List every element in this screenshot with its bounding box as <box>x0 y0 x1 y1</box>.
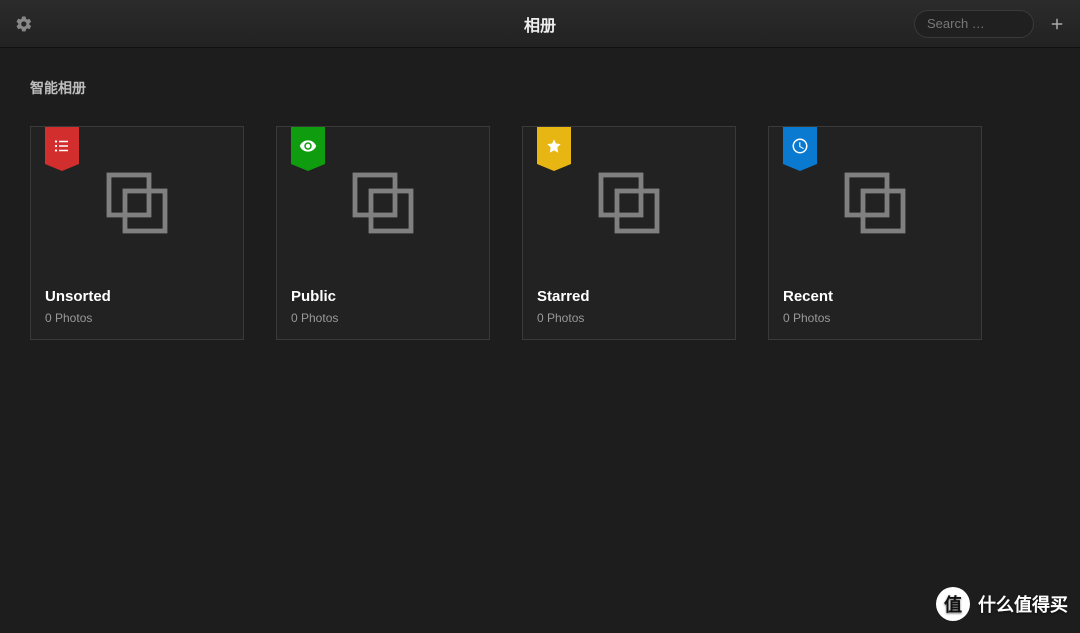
album-badge <box>537 127 571 164</box>
album-count: 0 Photos <box>291 311 475 325</box>
album-badge <box>45 127 79 164</box>
page-title: 相册 <box>524 12 556 36</box>
clock-icon <box>791 137 809 155</box>
watermark: 值 什么值得买 <box>936 587 1068 621</box>
album-badge <box>783 127 817 164</box>
photos-icon <box>97 163 177 243</box>
album-recent[interactable]: Recent 0 Photos <box>768 126 982 340</box>
watermark-badge: 值 <box>936 587 970 621</box>
watermark-text: 什么值得买 <box>978 591 1068 617</box>
album-meta: Public 0 Photos <box>277 278 489 339</box>
search-input[interactable] <box>914 10 1034 38</box>
header: 相册 <box>0 0 1080 48</box>
album-grid: Unsorted 0 Photos Public 0 Photos Starre… <box>0 108 1080 358</box>
photos-icon <box>343 163 423 243</box>
album-meta: Recent 0 Photos <box>769 278 981 339</box>
album-title: Public <box>291 288 475 305</box>
album-title: Unsorted <box>45 288 229 305</box>
star-icon <box>546 138 562 154</box>
add-button[interactable] <box>1048 15 1066 33</box>
album-meta: Starred 0 Photos <box>523 278 735 339</box>
photos-icon <box>589 163 669 243</box>
album-title: Recent <box>783 288 967 305</box>
settings-button[interactable] <box>14 14 34 34</box>
photos-icon <box>835 163 915 243</box>
album-starred[interactable]: Starred 0 Photos <box>522 126 736 340</box>
gear-icon <box>15 15 33 33</box>
album-count: 0 Photos <box>537 311 721 325</box>
album-title: Starred <box>537 288 721 305</box>
album-unsorted[interactable]: Unsorted 0 Photos <box>30 126 244 340</box>
plus-icon <box>1048 15 1066 33</box>
album-count: 0 Photos <box>783 311 967 325</box>
album-meta: Unsorted 0 Photos <box>31 278 243 339</box>
eye-icon <box>299 137 317 155</box>
list-icon <box>53 137 71 155</box>
section-title: 智能相册 <box>30 78 1050 98</box>
album-badge <box>291 127 325 164</box>
album-public[interactable]: Public 0 Photos <box>276 126 490 340</box>
header-right <box>914 10 1066 38</box>
section-header: 智能相册 <box>0 48 1080 108</box>
album-count: 0 Photos <box>45 311 229 325</box>
